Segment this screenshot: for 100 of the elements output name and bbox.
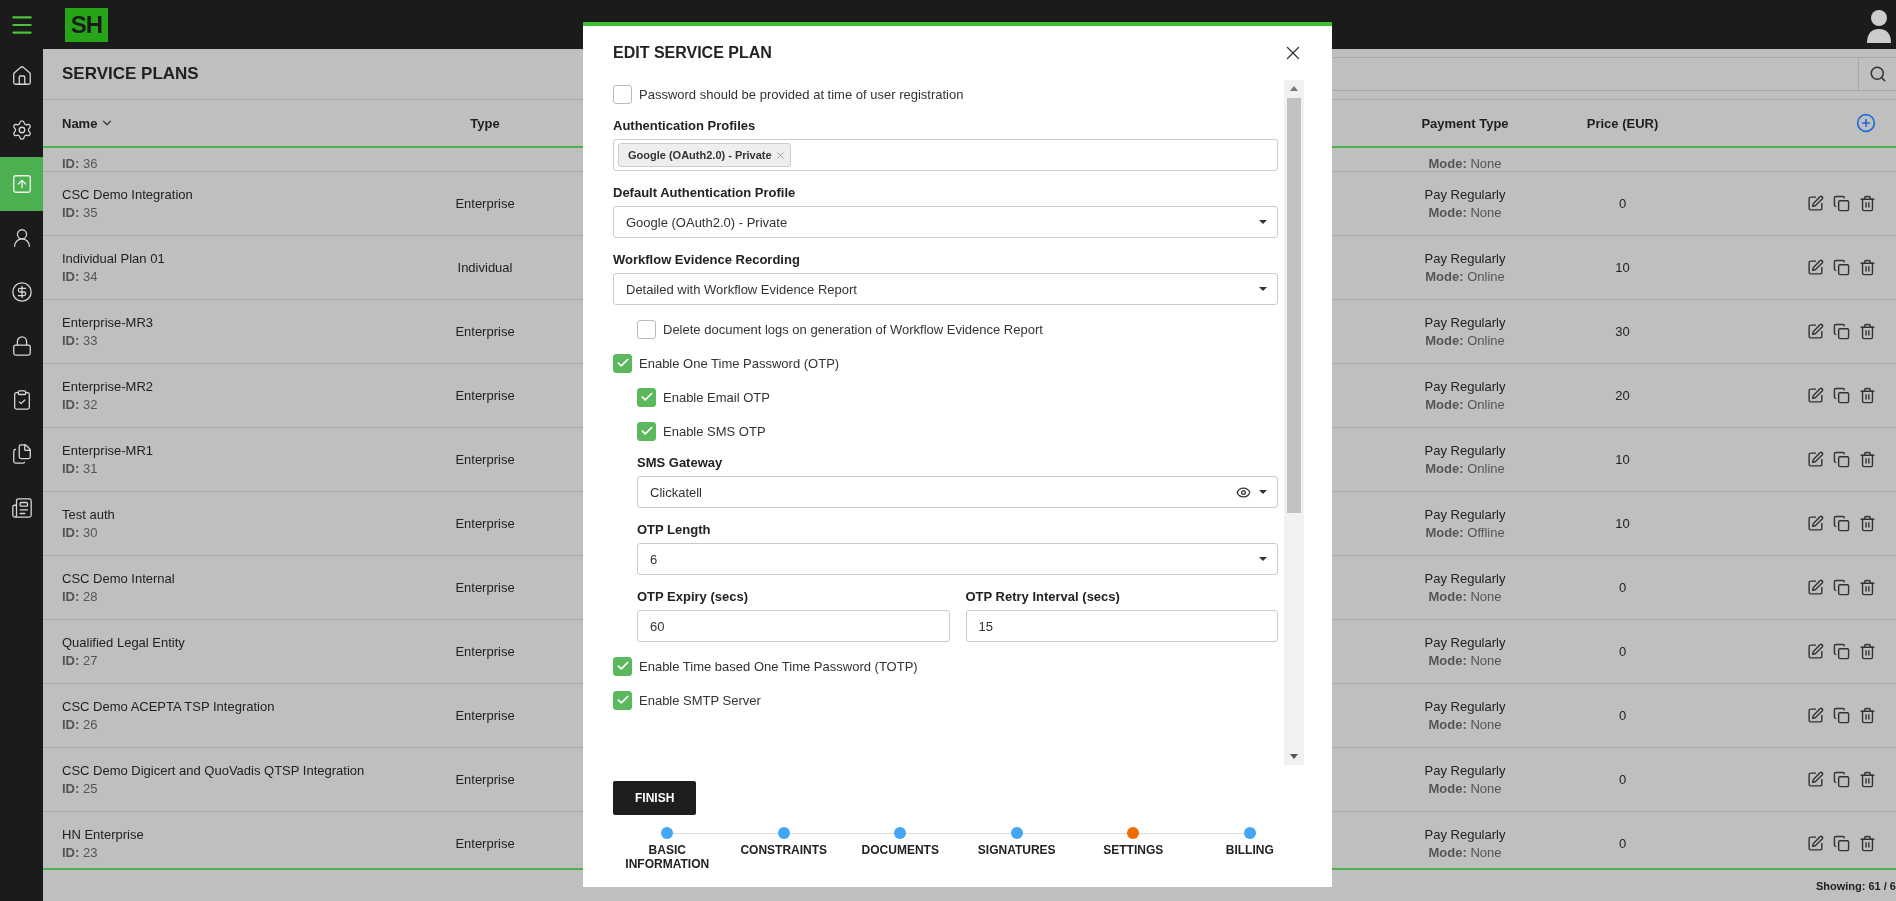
checkmark-icon (615, 356, 630, 370)
trash-icon[interactable] (1859, 451, 1876, 468)
field-label: OTP Retry Interval (secs) (965, 589, 1121, 604)
copy-icon[interactable] (1833, 707, 1850, 724)
plan-name: Enterprise-MR1 (62, 443, 154, 458)
plan-name: Enterprise-MR3 (62, 315, 154, 330)
checkbox[interactable] (613, 353, 632, 373)
copy-icon[interactable] (1833, 835, 1850, 852)
edit-icon[interactable] (1807, 323, 1824, 340)
copy-icon[interactable] (1833, 195, 1850, 212)
step-dot[interactable] (661, 827, 674, 839)
copy-icon[interactable] (1833, 515, 1850, 532)
edit-icon[interactable] (1807, 259, 1824, 276)
edit-icon[interactable] (1807, 835, 1824, 852)
price: 0 (1618, 772, 1627, 787)
column-header[interactable]: Name (62, 115, 380, 131)
checkbox[interactable] (613, 656, 632, 676)
edit-icon[interactable] (1807, 195, 1824, 212)
plan-id: ID: 32 (62, 397, 98, 412)
trash-icon[interactable] (1859, 579, 1876, 596)
checkbox-label: Password should be provided at time of user registration (639, 86, 964, 102)
step-dot[interactable] (777, 827, 790, 839)
finish-button[interactable]: FINISH (613, 781, 697, 815)
trash-icon[interactable] (1859, 323, 1876, 340)
multi-select-field[interactable]: Google (OAuth2.0) - Private (613, 139, 1278, 171)
checkbox[interactable] (637, 387, 656, 407)
plan-id: ID: 26 (62, 717, 98, 732)
trash-icon[interactable] (1859, 707, 1876, 724)
plan-type: Enterprise (455, 708, 515, 723)
copy-icon[interactable] (1833, 259, 1850, 276)
input-field[interactable]: 60 (637, 610, 950, 642)
checkbox[interactable] (613, 84, 632, 104)
payment-type: Pay Regularly (1424, 379, 1506, 394)
checkbox-label: Enable Email OTP (663, 389, 770, 405)
step-label[interactable]: SIGNATURES (966, 843, 1067, 857)
step-label[interactable]: DOCUMENTS (850, 843, 951, 857)
step-dot[interactable] (1243, 827, 1256, 839)
edit-icon[interactable] (1807, 451, 1824, 468)
plan-name: HN Enterprise (62, 827, 144, 842)
add-icon[interactable] (1856, 113, 1876, 133)
trash-icon[interactable] (1859, 195, 1876, 212)
edit-icon[interactable] (1807, 643, 1824, 660)
checkmark-icon (639, 424, 654, 438)
checkbox[interactable] (613, 690, 632, 710)
trash-icon[interactable] (1859, 771, 1876, 788)
payment-type: Pay Regularly (1424, 251, 1506, 266)
plan-type: Enterprise (455, 388, 515, 403)
plan-name: Enterprise-MR2 (62, 379, 154, 394)
column-header[interactable]: Payment Type (1360, 115, 1570, 131)
checkbox[interactable] (637, 319, 656, 339)
step-label[interactable]: BASIC INFORMATION (617, 843, 718, 871)
eye-icon[interactable] (1236, 484, 1251, 500)
select-field[interactable]: Google (OAuth2.0) - Private (613, 206, 1278, 238)
price: 10 (1615, 260, 1630, 275)
plan-id: ID: 35 (62, 205, 98, 220)
trash-icon[interactable] (1859, 515, 1876, 532)
copy-icon[interactable] (1833, 451, 1850, 468)
checkbox[interactable] (637, 421, 656, 441)
payment-mode: Mode: Online (1425, 269, 1505, 284)
column-header[interactable]: Price (EUR) (1570, 115, 1675, 131)
select-field[interactable]: Detailed with Workflow Evidence Report (613, 273, 1278, 305)
input-field[interactable]: 15 (965, 610, 1278, 642)
payment-type: Pay Regularly (1424, 187, 1506, 202)
step-label[interactable]: CONSTRAINTS (733, 843, 834, 857)
copy-icon[interactable] (1833, 579, 1850, 596)
copy-icon[interactable] (1833, 643, 1850, 660)
field-label: OTP Length (637, 522, 712, 537)
edit-icon[interactable] (1807, 707, 1824, 724)
step-dot[interactable] (1127, 827, 1140, 839)
step-dot[interactable] (1010, 827, 1023, 839)
price: 10 (1615, 516, 1630, 531)
trash-icon[interactable] (1859, 387, 1876, 404)
payment-type: Pay Regularly (1424, 507, 1506, 522)
step-label[interactable]: BILLING (1199, 843, 1300, 857)
plan-type: Enterprise (455, 836, 515, 851)
step-dot[interactable] (894, 827, 907, 839)
payment-type: Pay Regularly (1424, 443, 1506, 458)
field-label: Workflow Evidence Recording (613, 252, 801, 267)
price: 10 (1615, 452, 1630, 467)
copy-icon[interactable] (1833, 323, 1850, 340)
select-field[interactable]: Clickatell (637, 476, 1278, 508)
trash-icon[interactable] (1859, 259, 1876, 276)
trash-icon[interactable] (1859, 643, 1876, 660)
profile-tag: Google (OAuth2.0) - Private (618, 143, 791, 167)
plan-name: CSC Demo ACEPTA TSP Integration (62, 699, 275, 714)
trash-icon[interactable] (1859, 835, 1876, 852)
select-field[interactable]: 6 (637, 543, 1278, 575)
payment-type: Pay Regularly (1424, 571, 1506, 586)
payment-mode: Mode: Online (1425, 397, 1505, 412)
checkbox-label: Enable SMTP Server (639, 692, 761, 708)
plan-id: ID: 33 (62, 333, 98, 348)
edit-icon[interactable] (1807, 771, 1824, 788)
copy-icon[interactable] (1833, 387, 1850, 404)
price: 20 (1615, 388, 1630, 403)
field-label: OTP Expiry (secs) (637, 589, 750, 604)
step-label[interactable]: SETTINGS (1083, 843, 1184, 857)
edit-icon[interactable] (1807, 579, 1824, 596)
edit-icon[interactable] (1807, 515, 1824, 532)
edit-icon[interactable] (1807, 387, 1824, 404)
copy-icon[interactable] (1833, 771, 1850, 788)
